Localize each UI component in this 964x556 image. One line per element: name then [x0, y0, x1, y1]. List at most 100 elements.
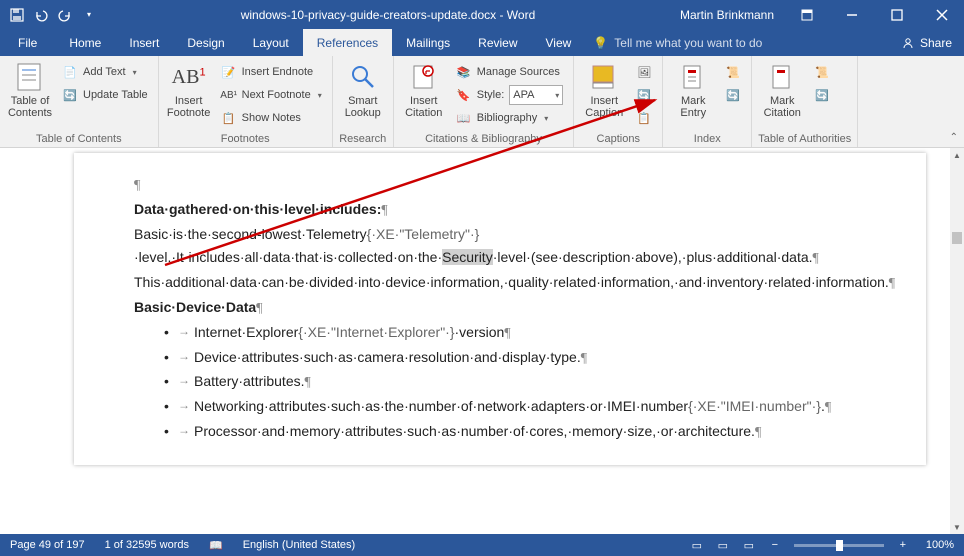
style-selector[interactable]: 🔖Style:APA▾ — [452, 84, 568, 106]
show-notes-button[interactable]: 📋 Show Notes — [217, 107, 326, 129]
toa-opt2-icon: 🔄 — [814, 87, 830, 103]
status-language[interactable]: English (United States) — [233, 539, 366, 551]
share-button[interactable]: Share — [889, 29, 964, 56]
smart-lookup-button[interactable]: Smart Lookup — [339, 59, 387, 119]
tab-review[interactable]: Review — [464, 29, 531, 56]
group-footnotes: Footnotes — [165, 131, 326, 145]
page[interactable]: Data·gathered·on·this·level·includes: Ba… — [74, 153, 926, 465]
group-toc: Table of Contents — [6, 131, 152, 145]
citation-label: Insert Citation — [405, 95, 442, 119]
list-item: →Internet·Explorer{·XE·"Internet·Explore… — [164, 321, 866, 346]
mark-entry-button[interactable]: Mark Entry — [669, 59, 717, 119]
status-proofing-icon[interactable]: 📖 — [199, 539, 233, 552]
mark-entry-label: Mark Entry — [680, 95, 706, 119]
list-item: →Networking·attributes·such·as·the·numbe… — [164, 395, 866, 420]
manage-sources-button[interactable]: 📚Manage Sources — [452, 61, 568, 83]
index-opt1-icon: 📜 — [725, 64, 741, 80]
list-item: →Processor·and·memory·attributes·such·as… — [164, 420, 866, 445]
selection-highlight: Security — [442, 249, 493, 265]
zoom-value[interactable]: 100% — [916, 539, 964, 551]
tab-design[interactable]: Design — [173, 29, 238, 56]
maximize-icon[interactable] — [874, 0, 919, 29]
view-print-icon[interactable]: ▭ — [710, 534, 736, 556]
document-area[interactable]: Data·gathered·on·this·level·includes: Ba… — [0, 148, 950, 534]
caption-opt2-icon: 🔄 — [636, 87, 652, 103]
scroll-down-icon[interactable]: ▼ — [950, 520, 964, 534]
toa-opt1[interactable]: 📜 — [810, 61, 834, 83]
show-notes-label: Show Notes — [242, 112, 301, 124]
share-label: Share — [920, 36, 952, 50]
bulb-icon: 💡 — [593, 36, 608, 50]
tab-layout[interactable]: Layout — [239, 29, 303, 56]
style-value: APA — [513, 89, 534, 101]
next-footnote-icon: AB¹ — [221, 87, 237, 103]
bibliography-button[interactable]: 📖Bibliography▾ — [452, 107, 568, 129]
insert-caption-button[interactable]: Insert Caption — [580, 59, 628, 119]
view-web-icon[interactable]: ▭ — [736, 534, 762, 556]
close-icon[interactable] — [919, 0, 964, 29]
toa-opt2[interactable]: 🔄 — [810, 84, 834, 106]
tell-me[interactable]: 💡Tell me what you want to do — [585, 29, 889, 56]
save-icon[interactable] — [6, 4, 28, 26]
caption-opt1[interactable]: 🖼 — [632, 61, 656, 83]
mark-citation-label: Mark Citation — [764, 95, 801, 119]
footnote-label: Insert Footnote — [167, 95, 210, 119]
zoom-in-icon[interactable]: + — [890, 534, 916, 556]
endnote-label: Insert Endnote — [242, 66, 314, 78]
scroll-thumb[interactable] — [952, 232, 962, 244]
user-name[interactable]: Martin Brinkmann — [670, 8, 784, 22]
tab-references[interactable]: References — [303, 29, 392, 56]
qat-customize-icon[interactable]: ▾ — [78, 4, 100, 26]
group-toa: Table of Authorities — [758, 131, 851, 145]
list-item: →Device·attributes·such·as·camera·resolu… — [164, 346, 866, 371]
tab-file[interactable]: File — [0, 29, 55, 56]
style-select[interactable]: APA▾ — [509, 85, 563, 105]
list-item: →Battery·attributes. — [164, 370, 866, 395]
caption-opt2[interactable]: 🔄 — [632, 84, 656, 106]
show-notes-icon: 📋 — [221, 110, 237, 126]
undo-icon[interactable] — [30, 4, 52, 26]
view-read-icon[interactable]: ▭ — [684, 534, 710, 556]
toc-button[interactable]: Table of Contents — [6, 59, 54, 119]
update-table-button[interactable]: 🔄Update Table — [58, 84, 152, 106]
manage-sources-label: Manage Sources — [477, 66, 560, 78]
redo-icon[interactable] — [54, 4, 76, 26]
tab-view[interactable]: View — [532, 29, 586, 56]
status-words[interactable]: 1 of 32595 words — [95, 539, 199, 551]
heading-2: Basic·Device·Data — [134, 296, 866, 321]
caption-opt3[interactable]: 📋 — [632, 107, 656, 129]
insert-citation-button[interactable]: Insert Citation — [400, 59, 448, 119]
toc-icon — [14, 61, 46, 93]
next-footnote-button[interactable]: AB¹Next Footnote▾ — [217, 84, 326, 106]
collapse-ribbon-icon[interactable]: ⌃ — [950, 132, 958, 143]
status-page[interactable]: Page 49 of 197 — [0, 539, 95, 551]
para-2: This·additional·data·can·be·divided·into… — [134, 271, 866, 296]
tab-home[interactable]: Home — [55, 29, 115, 56]
tab-insert[interactable]: Insert — [115, 29, 173, 56]
group-captions: Captions — [580, 131, 656, 145]
caption-opt3-icon: 📋 — [636, 110, 652, 126]
group-index: Index — [669, 131, 745, 145]
mark-citation-button[interactable]: Mark Citation — [758, 59, 806, 119]
window-title: windows-10-privacy-guide-creators-update… — [106, 8, 670, 22]
zoom-out-icon[interactable]: − — [762, 534, 788, 556]
endnote-icon: 📝 — [221, 64, 237, 80]
toc-label: Table of Contents — [8, 95, 52, 119]
zoom-knob[interactable] — [836, 540, 843, 551]
tab-mailings[interactable]: Mailings — [392, 29, 464, 56]
bibliography-label: Bibliography — [477, 112, 538, 124]
index-opt2[interactable]: 🔄 — [721, 84, 745, 106]
scroll-up-icon[interactable]: ▲ — [950, 148, 964, 162]
insert-endnote-button[interactable]: 📝 Insert Endnote — [217, 61, 326, 83]
vertical-scrollbar[interactable]: ▲ ▼ — [950, 148, 964, 534]
mark-citation-icon — [766, 61, 798, 93]
ribbon-display-icon[interactable] — [784, 0, 829, 29]
index-opt1[interactable]: 📜 — [721, 61, 745, 83]
lookup-label: Smart Lookup — [345, 95, 381, 119]
update-icon: 🔄 — [62, 87, 78, 103]
insert-footnote-button[interactable]: AB1 Insert Footnote — [165, 59, 213, 119]
minimize-icon[interactable] — [829, 0, 874, 29]
zoom-slider[interactable] — [794, 544, 884, 547]
add-text-button[interactable]: 📄Add Text▾ — [58, 61, 152, 83]
citation-icon — [408, 61, 440, 93]
